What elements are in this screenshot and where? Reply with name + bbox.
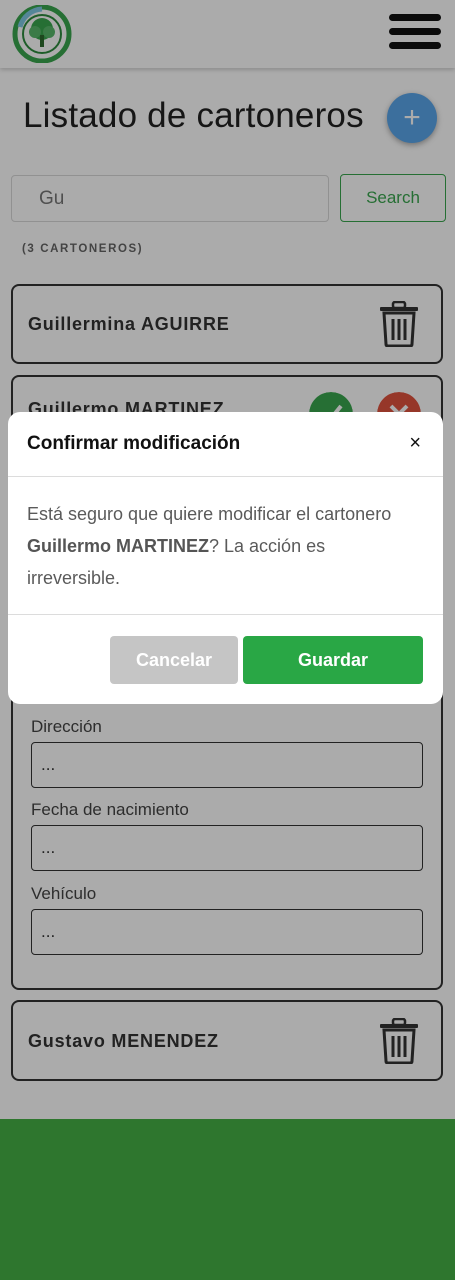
close-icon[interactable]: × xyxy=(409,432,421,454)
modal-message: Está seguro que quiere modificar el cart… xyxy=(27,498,417,594)
modal-message-prefix: Está seguro que quiere modificar el cart… xyxy=(27,504,392,524)
confirm-modal: Confirmar modificación × Está seguro que… xyxy=(8,412,443,704)
modal-header: Confirmar modificación × xyxy=(8,412,443,477)
modal-message-name: Guillermo MARTINEZ xyxy=(27,536,210,556)
modal-title: Confirmar modificación xyxy=(27,433,241,454)
save-button[interactable]: Guardar xyxy=(243,636,423,684)
modal-footer: Cancelar Guardar xyxy=(8,614,443,704)
cancel-button[interactable]: Cancelar xyxy=(110,636,238,684)
